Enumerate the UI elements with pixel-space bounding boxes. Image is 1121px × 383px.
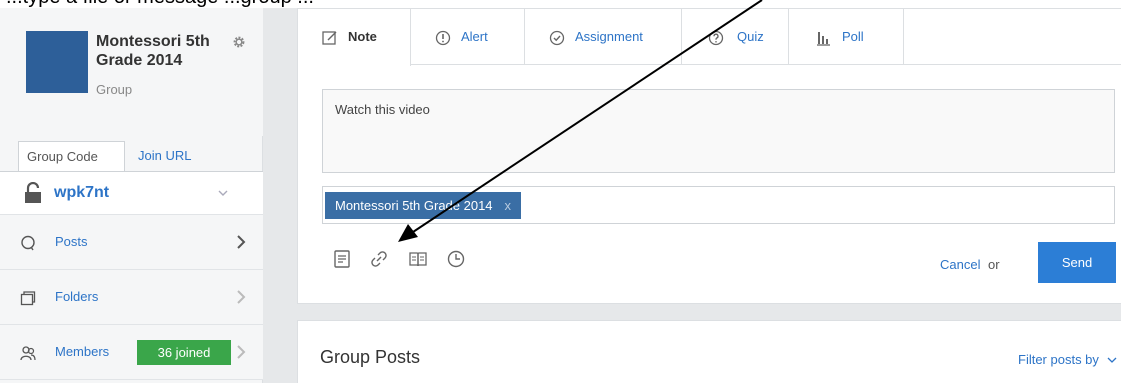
- sidebar-item-posts[interactable]: Posts: [0, 215, 263, 270]
- filter-posts-dropdown[interactable]: Filter posts by: [1018, 352, 1117, 367]
- sidebar-item-label: Folders: [55, 289, 99, 304]
- group-code-value[interactable]: wpk7nt: [54, 184, 109, 202]
- tab-assignment[interactable]: Assignment: [525, 9, 682, 65]
- tab-note[interactable]: Note: [298, 9, 411, 66]
- chip-remove-button[interactable]: x: [505, 198, 512, 213]
- message-textarea[interactable]: Watch this video: [322, 89, 1115, 173]
- sidebar-item-label: Members: [55, 344, 110, 359]
- file-icon[interactable]: [332, 249, 352, 269]
- tab-label: Quiz: [737, 29, 764, 44]
- tab-label: Poll: [842, 29, 864, 44]
- tab-group-code[interactable]: Group Code: [18, 141, 125, 171]
- library-icon[interactable]: [408, 249, 428, 269]
- lock-icon: [25, 182, 41, 203]
- tab-quiz[interactable]: Quiz: [682, 9, 789, 65]
- members-count-badge: 36 joined: [137, 340, 231, 365]
- composer-tabs: Note Alert Assignment Quiz Poll: [298, 9, 1121, 66]
- link-icon[interactable]: [369, 249, 389, 269]
- recipient-chip-label: Montessori 5th Grade 2014: [335, 198, 493, 213]
- recipient-chip[interactable]: Montessori 5th Grade 2014 x: [325, 192, 522, 219]
- sidebar: Montessori 5th Grade 2014 Group Group Co…: [0, 8, 263, 383]
- tab-label: Alert: [461, 29, 488, 44]
- group-posts-title: Group Posts: [320, 347, 421, 367]
- or-label: or: [988, 257, 1000, 272]
- gear-icon[interactable]: [232, 35, 246, 49]
- poll-icon: [817, 32, 830, 46]
- group-posts-panel: Group Posts Filter posts by: [297, 320, 1121, 383]
- group-name[interactable]: Montessori 5th Grade 2014: [96, 32, 236, 70]
- group-type-label: Group: [96, 82, 133, 97]
- tab-alert[interactable]: Alert: [411, 9, 525, 65]
- top-caption-text: ...type a file or message ...group ...: [6, 0, 314, 8]
- send-button[interactable]: Send: [1038, 242, 1116, 283]
- group-header: Montessori 5th Grade 2014 Group: [0, 8, 263, 136]
- app-page: ...type a file or message ...group ... M…: [0, 0, 1121, 383]
- chevron-down-icon: [1107, 357, 1117, 363]
- alert-icon: [435, 30, 451, 46]
- cancel-button[interactable]: Cancel: [940, 257, 980, 272]
- chevron-down-icon[interactable]: [218, 189, 228, 197]
- tab-label: Note: [348, 29, 377, 44]
- tab-join-url[interactable]: Join URL: [130, 141, 199, 171]
- tab-label: Assignment: [575, 29, 643, 44]
- speech-bubble-icon: [21, 235, 35, 251]
- recipient-input[interactable]: Montessori 5th Grade 2014 x: [322, 186, 1115, 224]
- group-avatar[interactable]: [26, 31, 88, 93]
- note-icon: [322, 31, 337, 45]
- top-caption-strip: ...type a file or message ...group ...: [0, 0, 1121, 8]
- clock-icon[interactable]: [446, 249, 466, 269]
- folders-icon: [20, 291, 36, 306]
- chevron-right-icon: [237, 235, 246, 249]
- sidebar-item-label: Posts: [55, 234, 88, 249]
- members-icon: [20, 346, 36, 361]
- assignment-icon: [549, 30, 565, 46]
- filter-posts-label: Filter posts by: [1018, 352, 1099, 367]
- chevron-right-icon: [237, 290, 246, 304]
- chevron-right-icon: [237, 345, 246, 359]
- quiz-icon: [708, 30, 724, 46]
- sidebar-item-members[interactable]: Members 36 joined: [0, 325, 263, 380]
- sidebar-item-folders[interactable]: Folders: [0, 270, 263, 325]
- tab-poll[interactable]: Poll: [789, 9, 904, 65]
- group-code-row[interactable]: wpk7nt: [0, 171, 263, 215]
- post-composer: Note Alert Assignment Quiz Poll Watch th…: [297, 8, 1121, 304]
